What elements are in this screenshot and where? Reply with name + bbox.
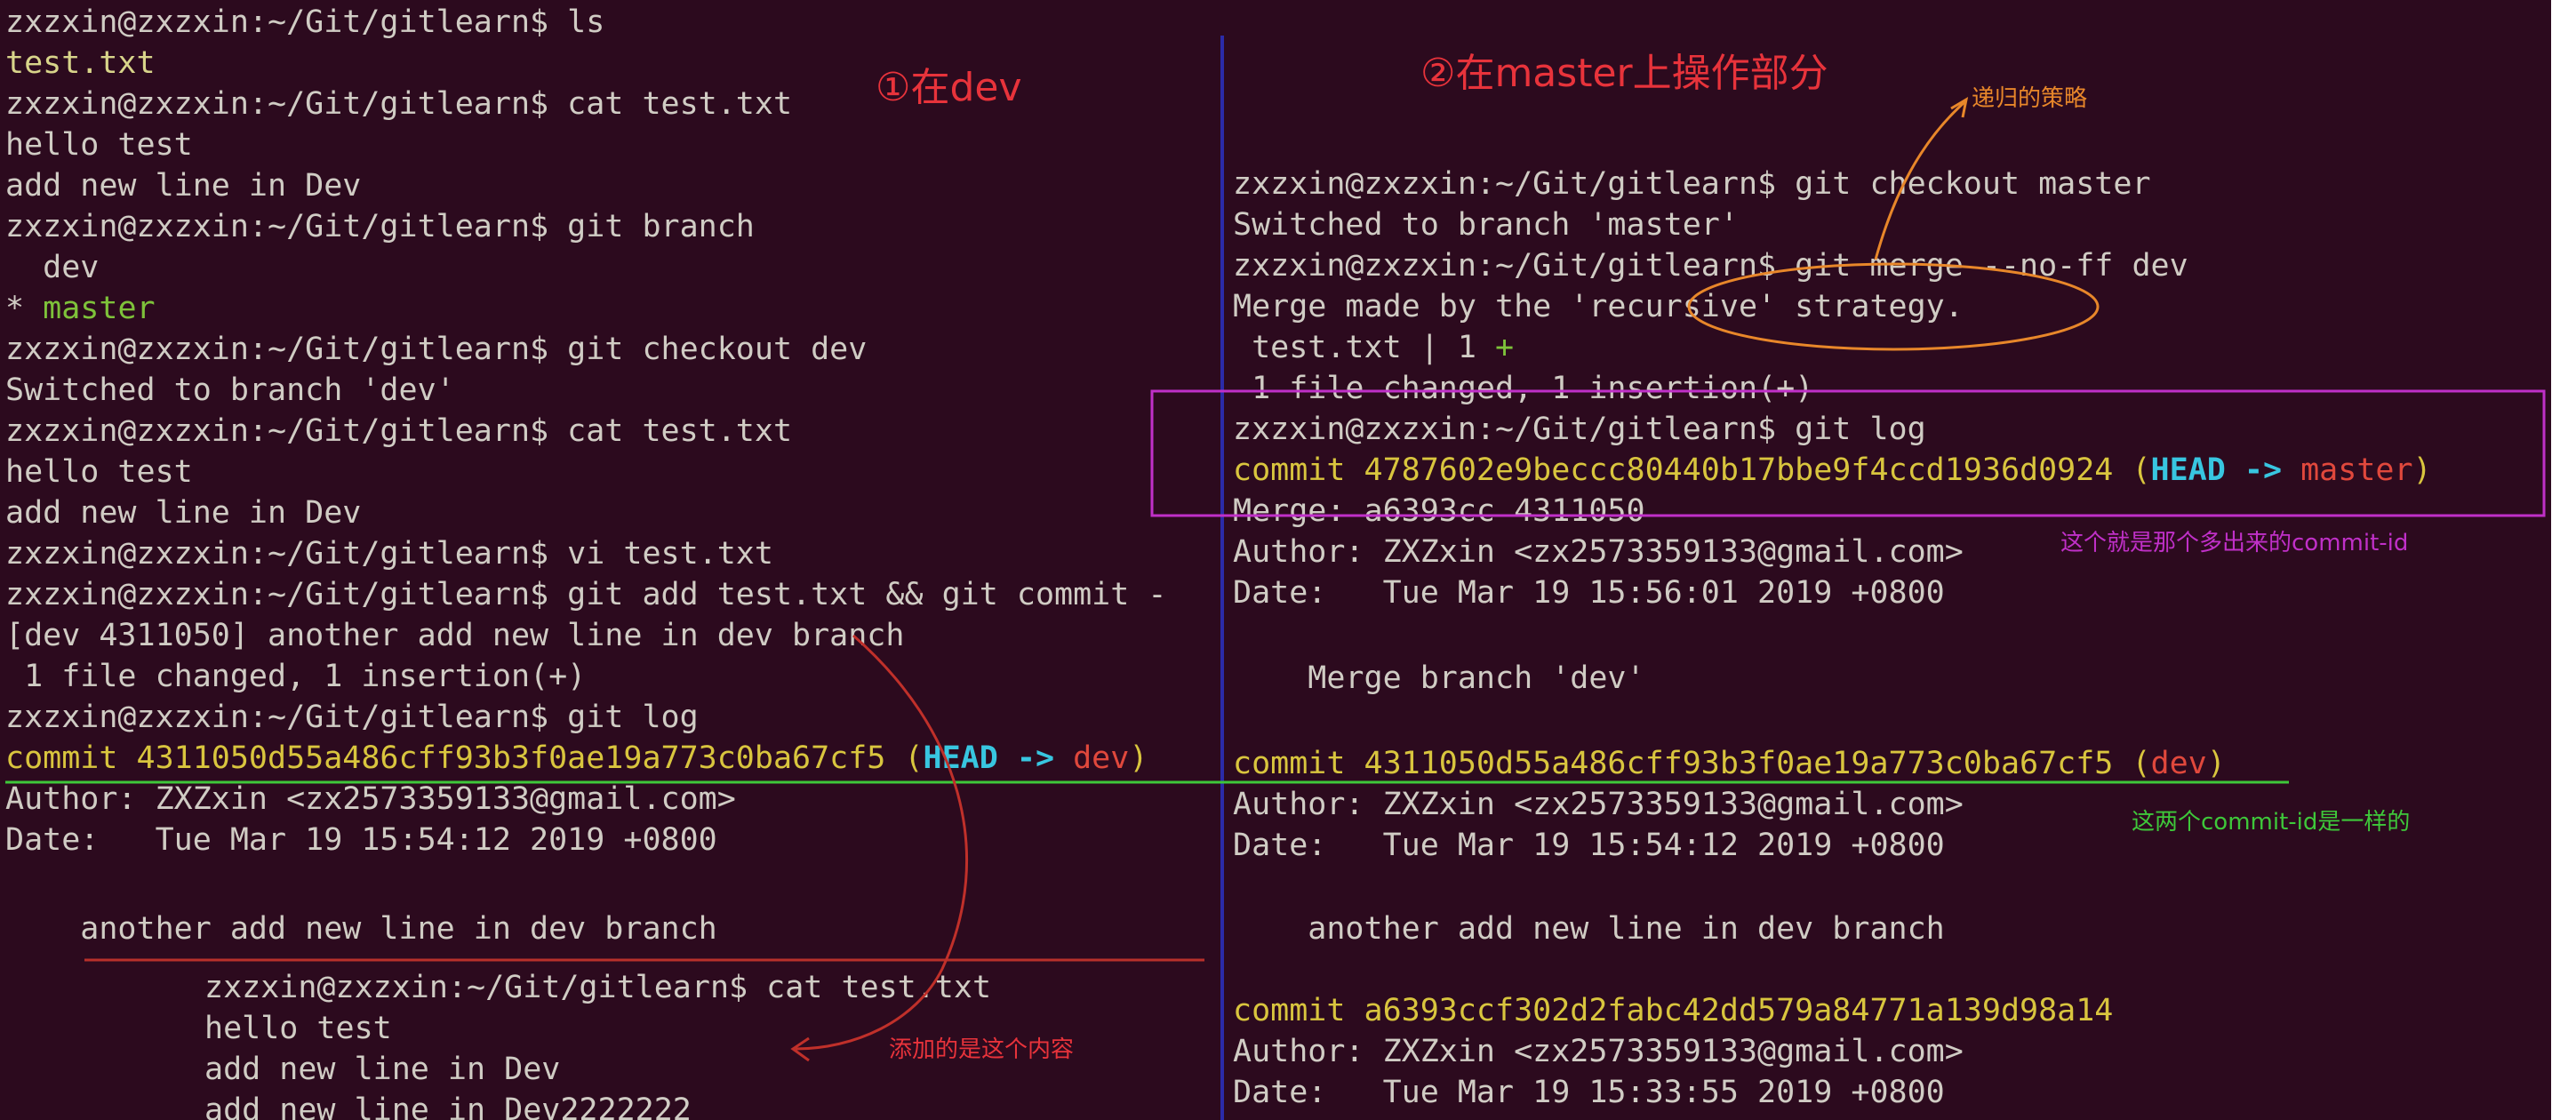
annotation-same-commit: 这两个commit-id是一样的 <box>2132 809 2411 836</box>
annotation-recursive-strategy: 递归的策略 <box>1972 85 2088 112</box>
merge-commit-highlight-box <box>1150 389 2546 517</box>
recursive-strategy-arrow <box>1874 100 1966 260</box>
added-content-arrow <box>795 634 969 1051</box>
annotation-on-dev: ①在dev <box>876 65 1022 110</box>
recursive-strategy-ellipse <box>1687 262 2100 351</box>
terminal-window[interactable]: zxzxin@zxzxin:~/Git/gitlearn$ ls test.tx… <box>0 0 2551 1120</box>
annotation-overlay <box>5 36 2546 1120</box>
annotation-on-master: ②在master上操作部分 <box>1420 51 1828 96</box>
annotation-extra-commit: 这个就是那个多出来的commit-id <box>2060 530 2409 556</box>
annotation-added-content: 添加的是这个内容 <box>889 1036 1075 1063</box>
